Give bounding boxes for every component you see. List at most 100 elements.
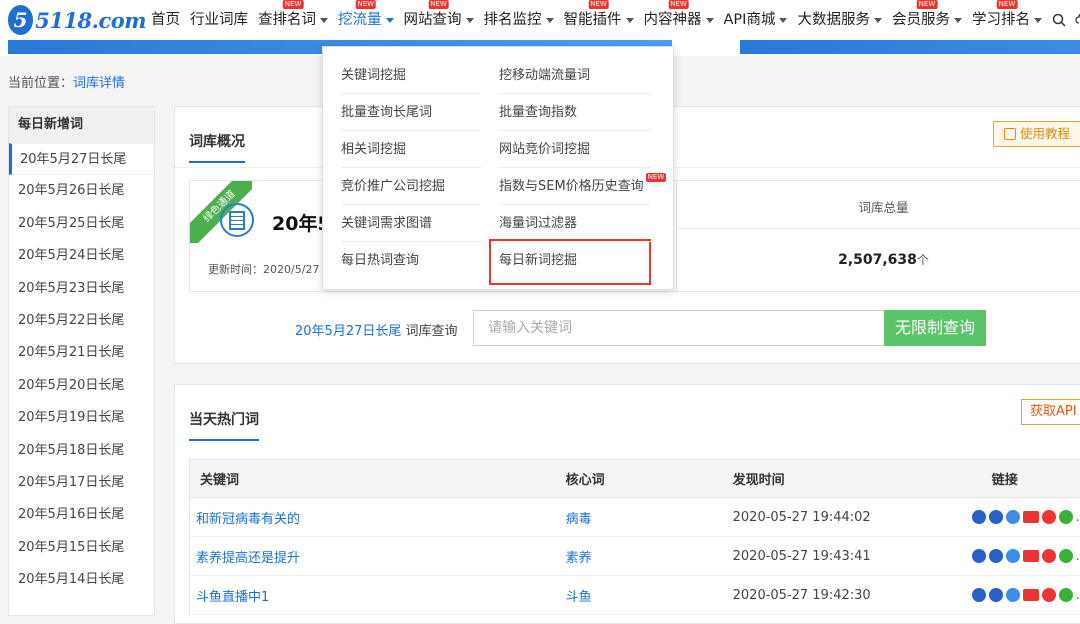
sidebar-item[interactable]: 20年5月17日长尾 [9,467,154,499]
get-api-button[interactable]: 获取API [1021,399,1080,425]
table-row[interactable]: 素养提高还是提升素养2020-05-27 19:43:41... [190,537,1080,576]
sidebar-item[interactable]: 20年5月25日长尾 [9,208,154,240]
sidebar-item[interactable]: 20年5月20日长尾 [9,370,154,402]
weibo-icon[interactable] [1042,510,1056,524]
dropdown-item[interactable]: 相关词挖掘 [341,131,481,168]
wechat-icon[interactable] [1059,549,1073,563]
sidebar-item[interactable]: 20年5月19日长尾 [9,402,154,434]
sogou-icon[interactable] [1006,510,1020,524]
new-badge: NEW [588,0,609,9]
dropdown-item-label: 指数与SEM价格历史查询 [499,179,644,194]
nav-item-8[interactable]: API商城 [719,0,793,40]
nav-item-2[interactable]: 查排名词NEW [253,0,333,40]
chevron-down-icon [779,18,787,23]
weibo-icon[interactable] [1042,549,1056,563]
nav-item-4[interactable]: 网站查询NEW [399,0,479,40]
daily-new-words-item[interactable]: 每日新词挖掘 [499,242,651,279]
keyword-search-input[interactable]: 请输入关键词 [473,310,885,346]
query-suffix: 词库查询 [401,324,457,339]
sidebar-item[interactable]: 20年5月16日长尾 [9,499,154,531]
nav-item-label: 排名监控 [484,12,542,28]
dropdown-item[interactable]: 批量查询长尾词 [341,94,481,131]
col-time: 发现时间 [733,460,922,498]
breadcrumb-link[interactable]: 词库详情 [73,76,125,91]
cloud-download-icon[interactable] [1075,12,1080,28]
sidebar-item[interactable]: 20年5月24日长尾 [9,240,154,272]
more-links[interactable]: ... [1076,549,1080,564]
col-link: 链接 [922,460,1080,498]
search-icon[interactable] [1051,12,1067,28]
nav-item-label: 大数据服务 [797,12,870,28]
keyword-link[interactable]: 素养提高还是提升 [190,537,566,576]
core-word-link[interactable]: 斗鱼 [566,576,733,615]
nav-item-9[interactable]: 大数据服务 [792,0,887,40]
sidebar-item[interactable]: 20年5月15日长尾 [9,532,154,564]
weibo-icon[interactable] [1042,588,1056,602]
tutorial-button[interactable]: 使用教程 [993,121,1080,147]
dropdown-item[interactable]: 指数与SEM价格历史查询NEW [499,168,651,205]
logo-mark: 5 [8,5,33,35]
dropdown-item[interactable]: 网站竞价词挖掘 [499,131,651,168]
nav-item-11[interactable]: 学习排名NEW [967,0,1047,40]
more-links[interactable]: ... [1076,588,1080,603]
dropdown-item[interactable]: 批量查询指数 [499,94,651,131]
sogou-icon[interactable] [1006,549,1020,563]
table-row[interactable]: 和新冠病毒有关的病毒2020-05-27 19:44:02... [190,498,1080,537]
sidebar-item[interactable]: 20年5月18日长尾 [9,435,154,467]
nav-item-5[interactable]: 排名监控 [479,0,559,40]
nav-item-10[interactable]: 会员服务NEW [887,0,967,40]
baidu-icon[interactable] [972,510,986,524]
sogou-icon[interactable] [1006,588,1020,602]
tutorial-icon [1004,128,1016,140]
nav-item-3[interactable]: 挖流量NEW [333,0,399,40]
nav-item-7[interactable]: 内容神器NEW [639,0,719,40]
baidu-mobile-icon[interactable] [989,549,1003,563]
core-word-link[interactable]: 病毒 [566,498,733,537]
dropdown-item[interactable]: 挖移动端流量词 [499,57,651,94]
toutiao-icon[interactable] [1023,589,1039,601]
sidebar-item[interactable]: 20年5月26日长尾 [9,175,154,207]
wechat-icon[interactable] [1059,588,1073,602]
link-cell: ... [922,537,1080,576]
nav-item-0[interactable]: 首页 [146,0,185,40]
baidu-icon[interactable] [972,549,986,563]
top-navigation: 5 5118.com 首页行业词库查排名词NEW挖流量NEW网站查询NEW 排名监… [0,0,1080,40]
site-logo[interactable]: 5 5118.com [8,5,146,35]
unlimited-query-button[interactable]: 无限制查询 [884,310,986,346]
table-row[interactable]: 斗鱼直播中1斗鱼2020-05-27 19:42:30... [190,576,1080,615]
sidebar-item[interactable]: 20年5月22日长尾 [9,305,154,337]
found-time: 2020-05-27 19:43:41 [733,537,922,576]
toutiao-icon[interactable] [1023,550,1039,562]
sidebar-item[interactable]: 20年5月27日长尾 [9,143,154,175]
baidu-mobile-icon[interactable] [989,588,1003,602]
baidu-icon[interactable] [972,588,986,602]
nav-item-6[interactable]: 智能插件NEW [559,0,639,40]
sidebar-item[interactable]: 20年5月23日长尾 [9,273,154,305]
link-cell: ... [922,576,1080,615]
chevron-down-icon [466,18,474,23]
new-badge: NEW [646,173,667,182]
keyword-link[interactable]: 斗鱼直播中1 [190,576,566,615]
nav-item-label: 学习排名 [972,12,1030,28]
chevron-down-icon [954,18,962,23]
baidu-mobile-icon[interactable] [989,510,1003,524]
dropdown-item[interactable]: 竞价推广公司挖掘 [341,168,481,205]
found-time: 2020-05-27 19:44:02 [733,498,922,537]
toutiao-icon[interactable] [1023,511,1039,523]
banner-right[interactable] [740,40,1080,54]
wechat-icon[interactable] [1059,510,1073,524]
overview-title: 词库概况 [189,131,245,163]
dropdown-item[interactable]: 关键词需求图谱 [341,205,481,242]
new-badge: NEW [668,0,689,9]
dropdown-item[interactable]: 每日热词查询 [341,242,481,279]
dropdown-item[interactable]: 海量词过滤器 [499,205,651,242]
keyword-link[interactable]: 和新冠病毒有关的 [190,498,566,537]
check-icon: ✓ [196,183,208,199]
dropdown-item[interactable]: 关键词挖掘 [341,57,481,94]
sidebar-item[interactable]: 20年5月14日长尾 [9,564,154,596]
nav-item-1[interactable]: 行业词库 [185,0,253,40]
query-date-link[interactable]: 20年5月27日长尾 [295,324,401,339]
core-word-link[interactable]: 素养 [566,537,733,576]
sidebar-item[interactable]: 20年5月21日长尾 [9,337,154,369]
more-links[interactable]: ... [1076,510,1080,525]
